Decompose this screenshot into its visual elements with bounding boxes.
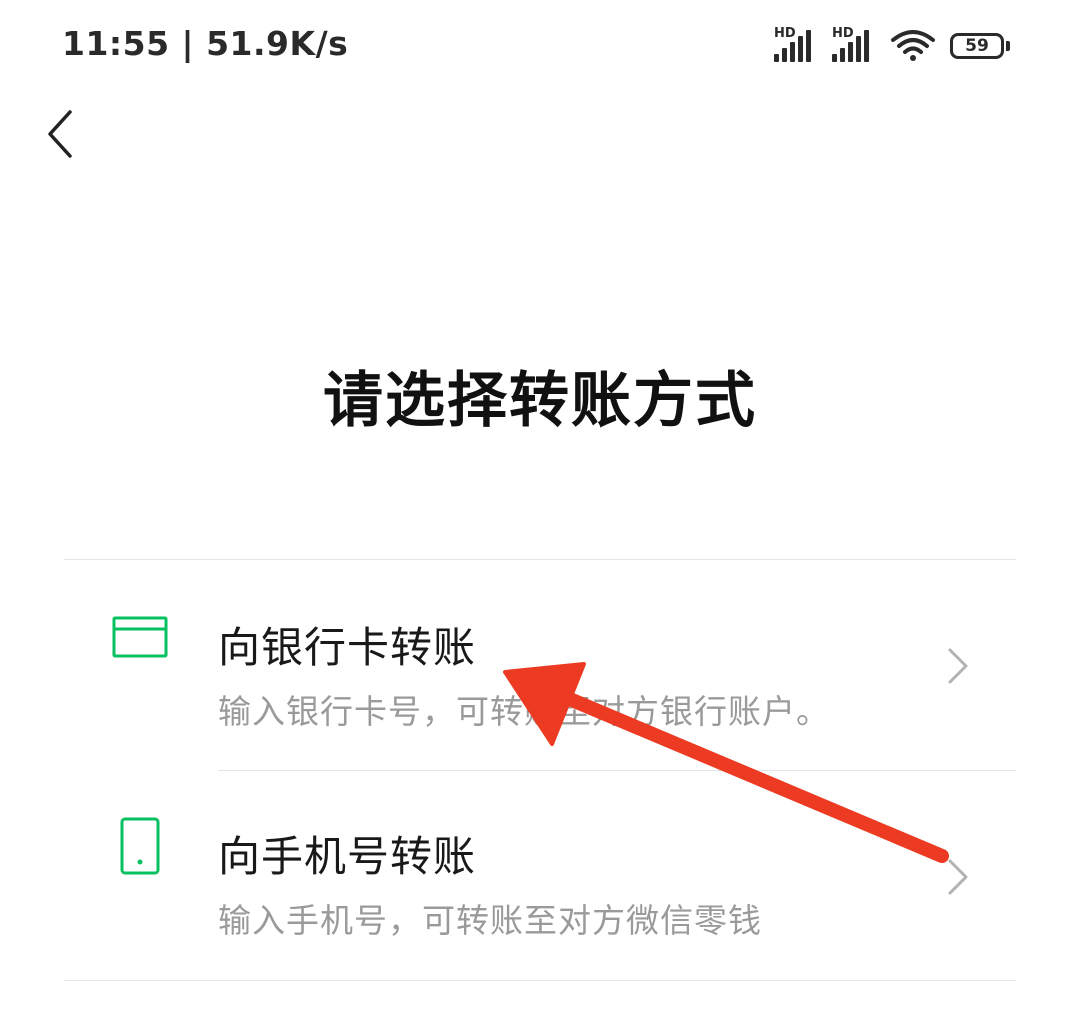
battery-icon: 59 [950,31,1014,61]
wifi-icon [891,30,935,61]
option-description: 输入手机号，可转账至对方微信零钱 [218,901,762,940]
signal-strength-icon: HD [774,26,818,64]
option-bank-card-transfer[interactable]: 向银行卡转账 输入银行卡号，可转账至对方银行账户。 [64,560,1016,770]
battery-level: 59 [950,33,1004,59]
signal-hd-label: HD [774,26,796,41]
status-time: 11:55 | 51.9K/s [62,24,349,63]
back-button[interactable] [30,102,90,166]
status-bar: 11:55 | 51.9K/s HD HD 59 [0,0,1080,92]
option-phone-transfer[interactable]: 向手机号转账 输入手机号，可转账至对方微信零钱 [64,771,1016,981]
signal-hd-label-2: HD [832,26,854,41]
bank-card-icon [112,616,168,658]
page-title: 请选择转账方式 [323,366,757,436]
chevron-right-icon [948,648,968,684]
option-title: 向银行卡转账 [218,623,477,672]
mobile-phone-icon [120,817,160,875]
chevron-left-icon [48,110,72,158]
status-icons: HD HD 59 [774,26,1014,66]
option-description: 输入银行卡号，可转账至对方银行账户。 [218,692,830,731]
option-title: 向手机号转账 [218,832,477,881]
signal-strength-icon-2: HD [832,26,876,64]
chevron-right-icon [948,859,968,895]
